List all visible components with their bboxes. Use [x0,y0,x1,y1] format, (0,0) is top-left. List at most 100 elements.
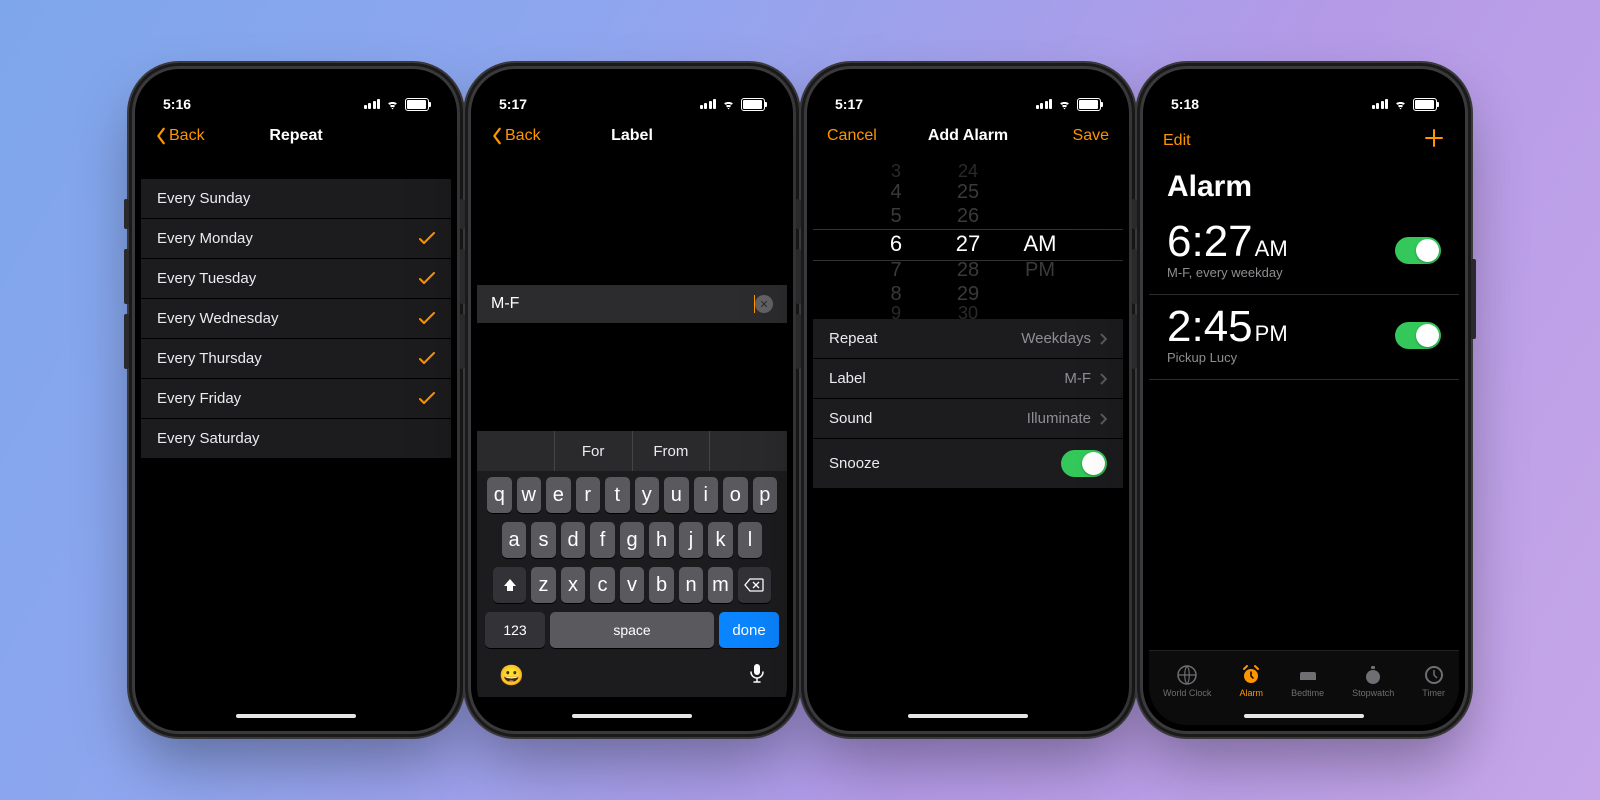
back-button[interactable]: Back [491,127,541,145]
repeat-day-row[interactable]: Every Friday [141,379,451,419]
tab-timer[interactable]: Timer [1422,664,1445,698]
save-button[interactable]: Save [1073,127,1109,145]
alarm-toggle[interactable] [1395,237,1441,264]
key-s[interactable]: s [531,522,556,558]
day-label: Every Saturday [157,430,260,447]
key-z[interactable]: z [531,567,556,603]
key-x[interactable]: x [561,567,586,603]
key-f[interactable]: f [590,522,615,558]
repeat-day-row[interactable]: Every Monday [141,219,451,259]
checkmark-icon [419,312,435,325]
setting-row-label[interactable]: LabelM-F [813,359,1123,399]
key-q[interactable]: q [487,477,512,513]
key-p[interactable]: p [753,477,778,513]
key-g[interactable]: g [620,522,645,558]
chevron-right-icon [1099,373,1107,385]
key-done[interactable]: done [719,612,779,648]
add-alarm-button[interactable] [1423,127,1445,154]
predictive-word[interactable] [710,431,787,471]
clear-text-button[interactable]: ✕ [755,295,773,313]
world-clock-icon [1176,664,1198,686]
chevron-left-icon [155,127,167,145]
key-a[interactable]: a [502,522,527,558]
back-button[interactable]: Back [155,127,205,145]
status-icons [700,98,766,111]
repeat-day-row[interactable]: Every Tuesday [141,259,451,299]
key-d[interactable]: d [561,522,586,558]
key-y[interactable]: y [635,477,660,513]
repeat-day-row[interactable]: Every Sunday [141,179,451,219]
predictive-word[interactable]: For [555,431,633,471]
day-label: Every Thursday [157,350,262,367]
edit-button[interactable]: Edit [1163,132,1191,150]
key-o[interactable]: o [723,477,748,513]
label-input-row[interactable]: M-F ✕ [477,285,787,323]
tab-world-clock[interactable]: World Clock [1163,664,1211,698]
key-c[interactable]: c [590,567,615,603]
key-m[interactable]: m [708,567,733,603]
nav-title: Add Alarm [928,127,1008,145]
status-icons [1036,98,1102,111]
home-indicator[interactable] [1244,714,1364,718]
cancel-button[interactable]: Cancel [827,127,877,145]
key-b[interactable]: b [649,567,674,603]
setting-row-sound[interactable]: SoundIlluminate [813,399,1123,439]
signal-icon [364,99,381,109]
alarm-row[interactable]: 2:45PM Pickup Lucy [1149,295,1459,380]
wifi-icon [721,99,736,110]
repeat-day-row[interactable]: Every Thursday [141,339,451,379]
key-n[interactable]: n [679,567,704,603]
key-t[interactable]: t [605,477,630,513]
tab-stopwatch[interactable]: Stopwatch [1352,664,1394,698]
alarm-toggle[interactable] [1395,322,1441,349]
snooze-label: Snooze [829,455,880,472]
home-indicator[interactable] [236,714,356,718]
shift-key[interactable] [493,567,526,603]
mic-icon[interactable] [749,663,765,689]
phone-alarm-list: 5:18 Edit Alarm 6:27AM M-F, every weekda… [1143,69,1465,731]
key-u[interactable]: u [664,477,689,513]
nav-title: Repeat [269,127,322,145]
home-indicator[interactable] [572,714,692,718]
status-time: 5:18 [1171,96,1199,112]
setting-row-repeat[interactable]: RepeatWeekdays [813,319,1123,359]
repeat-day-row[interactable]: Every Saturday [141,419,451,459]
repeat-day-row[interactable]: Every Wednesday [141,299,451,339]
time-picker[interactable]: 324 425 526 627AM 728PM 829 930 [813,159,1123,319]
signal-icon [1372,99,1389,109]
stopwatch-icon [1362,664,1384,686]
key-i[interactable]: i [694,477,719,513]
key-w[interactable]: w [517,477,542,513]
emoji-icon[interactable]: 😀 [499,663,524,689]
key-k[interactable]: k [708,522,733,558]
snooze-toggle[interactable] [1061,450,1107,477]
key-e[interactable]: e [546,477,571,513]
tab-alarm[interactable]: Alarm [1239,664,1263,698]
label-input[interactable]: M-F [491,295,755,313]
predictive-word[interactable]: From [633,431,711,471]
key-123[interactable]: 123 [485,612,545,648]
nav-title: Label [611,127,653,145]
backspace-key[interactable] [738,567,771,603]
status-time: 5:17 [835,96,863,112]
key-v[interactable]: v [620,567,645,603]
key-j[interactable]: j [679,522,704,558]
checkmark-icon [419,352,435,365]
predictive-word[interactable] [477,431,555,471]
key-space[interactable]: space [550,612,714,648]
key-l[interactable]: l [738,522,763,558]
wifi-icon [1057,99,1072,110]
back-label: Back [169,127,205,145]
key-r[interactable]: r [576,477,601,513]
battery-icon [405,98,429,111]
alarm-subtitle: Pickup Lucy [1167,350,1288,365]
home-indicator[interactable] [908,714,1028,718]
alarm-row[interactable]: 6:27AM M-F, every weekday [1149,210,1459,295]
key-h[interactable]: h [649,522,674,558]
status-time: 5:16 [163,96,191,112]
alarm-time: 6:27AM [1167,220,1288,264]
tab-bedtime[interactable]: Bedtime [1291,664,1324,698]
status-icons [1372,98,1438,111]
status-icons [364,98,430,111]
day-label: Every Sunday [157,190,250,207]
